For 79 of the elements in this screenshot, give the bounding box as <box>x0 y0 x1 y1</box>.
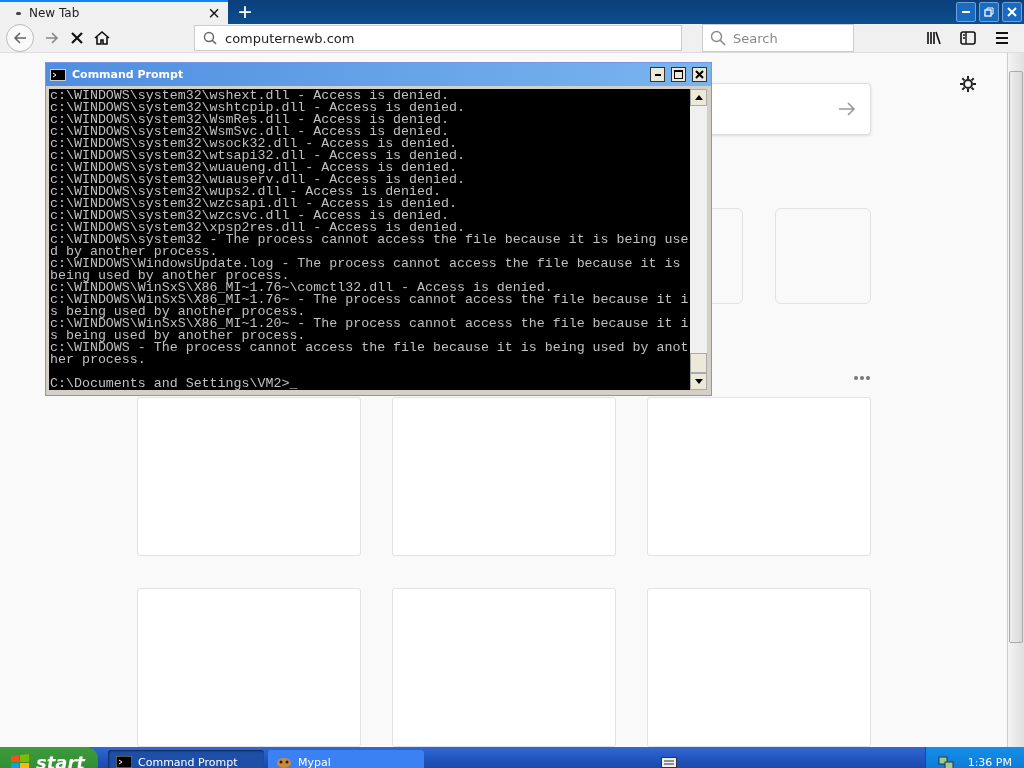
console-line: c:\WINDOWS - The process cannot access the file because it is being used by anot <box>50 342 690 354</box>
console-line: c:\WINDOWS\WinSxS\X86_MI~1.20~ - The process cannot access the file because it i <box>50 318 690 330</box>
windows-logo-icon <box>10 753 30 768</box>
stop-button[interactable] <box>70 31 84 45</box>
scroll-up-button[interactable] <box>690 89 707 106</box>
network-icon[interactable] <box>937 754 954 768</box>
scroll-down-button[interactable] <box>690 373 707 390</box>
settings-button[interactable] <box>959 75 977 93</box>
console-line: s being used by another process. <box>50 330 307 342</box>
console-line: c:\WINDOWS\WindowsUpdate.log - The process cannot access the file because it is <box>50 258 682 270</box>
console-line: d by another process. <box>50 246 218 258</box>
menu-button[interactable] <box>994 30 1010 46</box>
console-line: s being used by another process. <box>50 306 307 318</box>
stop-icon <box>70 31 84 45</box>
scrollbar-thumb[interactable] <box>690 353 707 373</box>
console-line: c:\WINDOWS\system32 - The process cannot access the file because it is being use <box>50 234 690 246</box>
console-line: c:\WINDOWS\system32\wuaueng.dll - Access is denied. <box>50 162 457 174</box>
home-button[interactable] <box>94 30 110 46</box>
console-icon <box>116 756 132 768</box>
console-line: c:\WINDOWS\WinSxS\X86_MI~1.76~\comctl32.dll - Access is denied. <box>50 282 553 294</box>
console-line: c:\WINDOWS\system32\wzcsvc.dll - Access is denied. <box>50 210 449 222</box>
console-line: c:\WINDOWS\system32\wups2.dll - Access is denied. <box>50 186 441 198</box>
close-icon <box>695 70 704 79</box>
search-field[interactable]: Search <box>702 24 854 52</box>
maximize-icon <box>674 70 683 79</box>
minimize-icon <box>962 11 970 13</box>
close-icon <box>1007 7 1017 17</box>
keyboard-icon[interactable] <box>661 755 678 768</box>
taskbar-button[interactable]: Mypal <box>268 750 424 768</box>
window-title: Command Prompt <box>72 68 185 81</box>
console-line: c:\WINDOWS\system32\wtsapi32.dll - Access is denied. <box>50 150 466 162</box>
scrollbar[interactable] <box>1007 53 1024 747</box>
address-bar[interactable]: computernewb.com <box>194 25 682 51</box>
command-prompt-line[interactable]: C:\Documents and Settings\VM2>_ <box>50 378 690 390</box>
forward-button[interactable] <box>44 30 60 46</box>
settings-icon <box>959 75 977 93</box>
clock: 1:36 PM <box>967 755 1012 768</box>
console-line: c:\WINDOWS\system32\WsmRes.dll - Access is denied. <box>50 114 450 126</box>
browser-tab[interactable]: New Tab × <box>0 0 228 24</box>
library-button[interactable] <box>926 30 942 46</box>
console-line: being used by another process. <box>50 270 290 282</box>
restore-icon <box>984 7 994 17</box>
up-arrow-icon <box>694 95 703 100</box>
app-icon <box>276 755 292 768</box>
console-line: c:\WINDOWS\WinSxS\X86_MI~1.76~ - The process cannot access the file because it i <box>50 294 690 306</box>
taskbar-button[interactable]: Command Prompt <box>108 750 264 768</box>
search-icon <box>203 31 217 45</box>
start-button[interactable]: start <box>0 747 98 768</box>
maximize-button[interactable] <box>671 67 686 82</box>
console-line: c:\WINDOWS\system32\WsmSvc.dll - Access is denied. <box>50 126 449 138</box>
restore-button[interactable] <box>979 2 999 22</box>
new-tab-button[interactable]: + <box>228 0 262 24</box>
sidebar-button[interactable] <box>960 30 976 46</box>
tab-close-button[interactable]: × <box>208 3 220 23</box>
back-button[interactable] <box>6 24 34 52</box>
console-line: c:\WINDOWS\system32\wuauserv.dll - Access is denied. <box>50 174 466 186</box>
minimize-icon <box>654 73 661 76</box>
menu-icon <box>994 30 1010 46</box>
tab-title: New Tab <box>29 6 81 20</box>
console-line: c:\WINDOWS\system32\wsock32.dll - Access is denied. <box>50 138 457 150</box>
scrollbar[interactable] <box>690 89 707 390</box>
minimize-button[interactable] <box>650 67 665 82</box>
console-line: her process. <box>50 354 147 366</box>
library-icon <box>926 30 942 46</box>
home-icon <box>94 30 110 46</box>
search-icon <box>710 30 726 46</box>
console-icon <box>50 68 66 81</box>
down-arrow-icon <box>694 379 703 384</box>
forward-arrow-icon <box>44 30 60 46</box>
back-arrow-icon <box>12 30 28 46</box>
more-icon[interactable] <box>853 375 871 381</box>
console-line: c:\WINDOWS\system32\wshext.dll - Access is denied. <box>50 90 449 102</box>
arrow-right-icon <box>838 101 856 117</box>
console-line: c:\WINDOWS\system32\xpsp2res.dll - Access is denied. <box>50 222 466 234</box>
url-text: computernewb.com <box>225 30 355 46</box>
close-button[interactable] <box>692 67 707 82</box>
sidebar-icon <box>960 30 976 46</box>
console-line: c:\WINDOWS\system32\wshtcpip.dll - Access is denied. <box>50 102 466 114</box>
console-line: c:\WINDOWS\system32\wzcsapi.dll - Access is denied. <box>50 198 458 210</box>
